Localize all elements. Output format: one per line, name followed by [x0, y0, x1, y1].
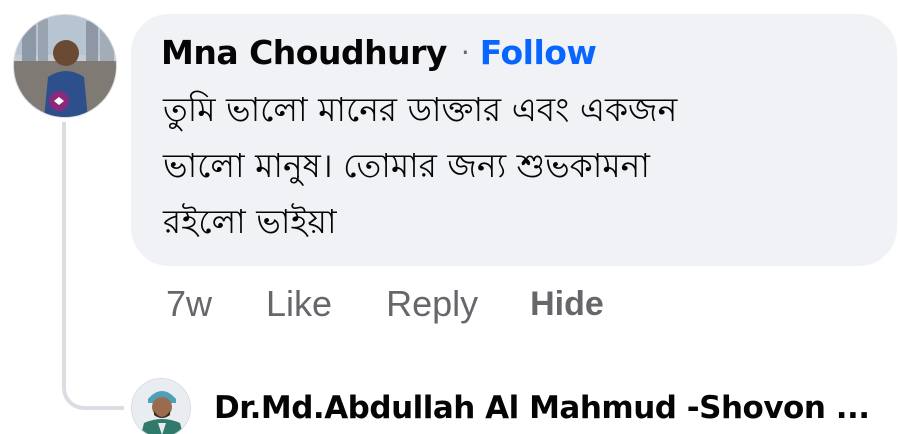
follow-button[interactable]: Follow	[480, 33, 597, 72]
comment-author-name[interactable]: Mna Choudhury	[161, 33, 447, 72]
commenter-avatar[interactable]	[13, 14, 117, 118]
comment-text-line: রইলো ভাইয়া	[163, 202, 337, 241]
comment-header: Mna Choudhury · Follow	[161, 26, 597, 78]
comment-thread: Mna Choudhury · Follow তুমি ভালো মানের ড…	[0, 0, 900, 434]
reply-button[interactable]: Reply	[386, 283, 478, 325]
comment-timestamp[interactable]: 7w	[166, 283, 212, 325]
hide-button[interactable]: Hide	[530, 285, 604, 324]
commenter-photo	[14, 15, 116, 117]
separator-dot: ·	[460, 35, 470, 69]
reply-author-name[interactable]: Dr.Md.Abdullah Al Mahmud -Shovon ...	[214, 384, 894, 432]
like-button[interactable]: Like	[266, 283, 332, 325]
comment-text-line: তুমি ভালো মানের ডাক্তার এবং একজন	[163, 90, 678, 129]
comment-body: তুমি ভালো মানের ডাক্তার এবং একজন ভালো মা…	[163, 82, 863, 250]
reply-author-photo	[132, 379, 190, 434]
thread-connector-line	[62, 122, 124, 410]
comment-actions: 7w Like Reply Hide	[166, 280, 604, 328]
comment-text-line: ভালো মানুষ। তোমার জন্য শুভকামনা	[163, 146, 650, 185]
reply-author-avatar[interactable]	[131, 378, 191, 434]
